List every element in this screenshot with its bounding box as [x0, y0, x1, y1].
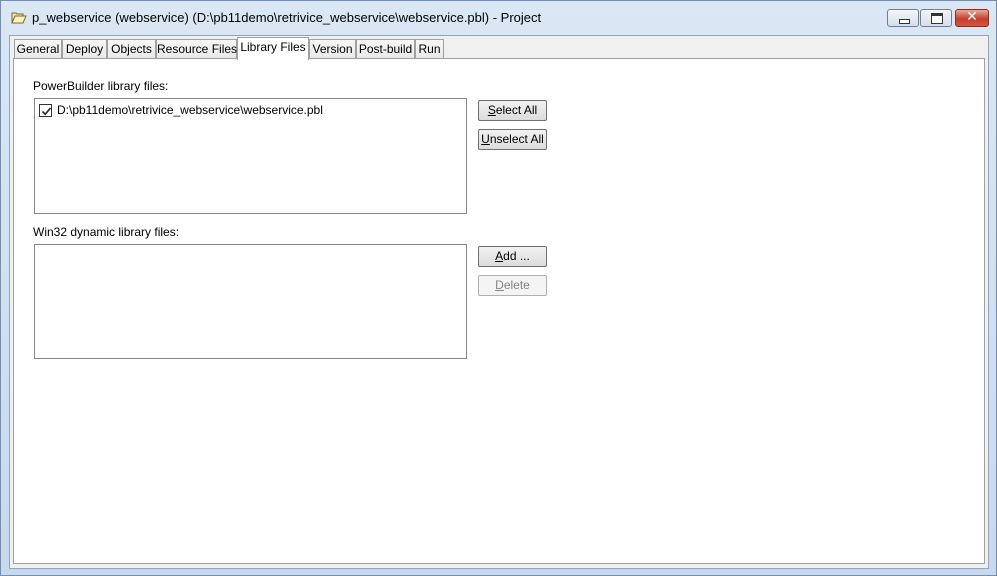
select-all-button[interactable]: Select All [478, 100, 547, 121]
folder-open-icon [11, 11, 27, 24]
window-title: p_webservice (webservice) (D:\pb11demo\r… [32, 10, 542, 25]
close-button[interactable]: ✕ [955, 9, 989, 27]
dll-section-label: Win32 dynamic library files: [33, 225, 180, 239]
checkmark-icon [41, 107, 52, 116]
close-icon: ✕ [966, 9, 978, 25]
pbl-section-label: PowerBuilder library files: [33, 79, 169, 93]
pbl-listbox[interactable]: D:\pb11demo\retrivice_webservice\webserv… [34, 98, 467, 214]
tab-objects[interactable]: Objects [107, 39, 156, 59]
tab-general[interactable]: General [14, 39, 62, 59]
tab-version[interactable]: Version [309, 39, 356, 59]
tab-post-build[interactable]: Post-build [356, 39, 415, 59]
unselect-all-button[interactable]: Unselect All [478, 129, 547, 150]
tab-resource-files[interactable]: Resource Files [156, 39, 237, 59]
maximize-button[interactable] [920, 9, 952, 27]
project-window: p_webservice (webservice) (D:\pb11demo\r… [0, 0, 997, 576]
title-bar[interactable]: p_webservice (webservice) (D:\pb11demo\r… [1, 1, 996, 35]
minimize-button[interactable] [887, 9, 919, 27]
library-files-panel: PowerBuilder library files: D:\pb11demo\… [13, 58, 985, 564]
pbl-item-checkbox[interactable] [39, 104, 52, 117]
delete-button[interactable]: Delete [478, 275, 547, 296]
dll-listbox[interactable] [34, 244, 467, 359]
tab-run[interactable]: Run [415, 39, 444, 59]
client-area: General Deploy Objects Resource Files Li… [9, 35, 989, 569]
add-button[interactable]: Add ... [478, 246, 547, 267]
tab-library-files[interactable]: Library Files [237, 37, 309, 60]
tab-deploy[interactable]: Deploy [62, 39, 107, 59]
pbl-item-path: D:\pb11demo\retrivice_webservice\webserv… [57, 103, 323, 117]
